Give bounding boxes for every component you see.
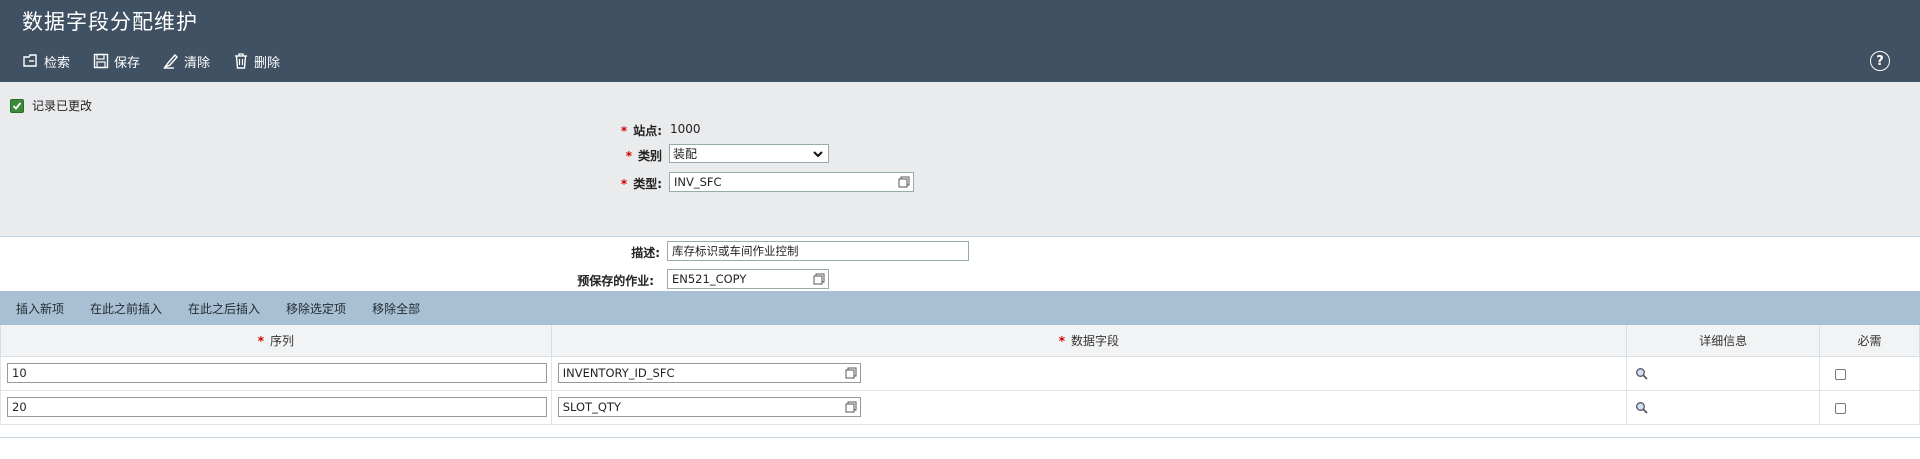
clear-label: 清除 [184,55,211,71]
prestore-label: 预保存的作业: [577,274,654,288]
column-header-data-field[interactable]: * 数据字段 [550,325,1628,357]
detail-form-panel: 描述: 库存标识或车间作业控制 预保存的作业: EN521_COPY [0,237,1920,291]
table-row: 10 INVENTORY_ID_SFC [0,355,1920,391]
record-changed-label: 记录已更改 [32,99,93,113]
category-select[interactable]: 装配 [669,144,829,163]
category-label: * 类别 [625,149,662,163]
category-selected-value: 装配 [673,147,698,161]
table-bottom-divider [0,437,1920,438]
type-input[interactable]: INV_SFC [669,172,914,192]
trash-icon [235,53,248,69]
type-label: * 类型: [620,177,662,191]
description-value: 库存标识或车间作业控制 [672,244,799,258]
required-cell [1819,355,1920,391]
column-header-required[interactable]: 必需 [1819,325,1920,357]
remove-selected-button[interactable]: 移除选定项 [286,300,346,317]
clear-button[interactable]: 清除 [162,52,210,71]
search-icon [23,54,37,67]
browse-icon[interactable] [845,401,857,413]
column-header-details[interactable]: 详细信息 [1626,325,1821,357]
search-button[interactable]: 检索 [22,52,70,71]
clear-icon [162,53,178,69]
data-field-table: *序列 *数据字段 详细信息 必需 10 INVENTORY_ID_SFC [0,325,1920,425]
sequence-cell: 20 [0,389,552,425]
save-icon [93,53,109,69]
header-form-panel: 记录已更改 * 站点: 1000 * 类别 装配 * 类型: INV_SFC [0,82,1920,237]
table-toolbar: 插入新项 在此之前插入 在此之后插入 移除选定项 移除全部 [0,291,1920,325]
required-checkbox[interactable] [1835,368,1847,380]
magnifier-icon[interactable] [1635,367,1648,380]
insert-new-button[interactable]: 插入新项 [16,300,64,317]
delete-label: 删除 [254,55,281,71]
page-title: 数据字段分配维护 [22,10,198,34]
required-cell [1819,389,1920,425]
data-field-input[interactable]: INVENTORY_ID_SFC [557,362,861,383]
description-input[interactable]: 库存标识或车间作业控制 [667,241,969,261]
prestore-value: EN521_COPY [672,272,747,286]
site-value: 1000 [670,122,701,136]
sequence-input[interactable]: 10 [7,362,547,383]
checkmark-icon [10,98,24,113]
browse-icon[interactable] [898,176,910,188]
site-label: * 站点: [620,124,662,138]
main-toolbar: 检索 保存 清除 删除 [22,50,302,72]
table-row: 20 SLOT_QTY [0,389,1920,425]
save-label: 保存 [114,55,141,71]
insert-before-button[interactable]: 在此之前插入 [90,300,162,317]
browse-icon[interactable] [813,273,825,285]
sequence-cell: 10 [0,355,552,391]
record-changed-indicator: 记录已更改 [10,97,92,114]
insert-after-button[interactable]: 在此之后插入 [188,300,260,317]
search-label: 检索 [44,55,71,71]
sequence-input[interactable]: 20 [7,396,547,417]
column-header-sequence[interactable]: * 序列 [0,325,552,357]
table-header-row: * 序列 * 数据字段 详细信息 必需 [0,325,1920,357]
magnifier-icon[interactable] [1635,401,1648,414]
delete-button[interactable]: 删除 [232,52,280,71]
remove-all-button[interactable]: 移除全部 [372,300,420,317]
data-field-cell: SLOT_QTY [550,389,1628,425]
app-header: 数据字段分配维护 检索 保存 清除 删除 ? [0,0,1920,82]
type-value: INV_SFC [674,175,722,189]
help-icon[interactable]: ? [1870,51,1890,71]
browse-icon[interactable] [845,367,857,379]
save-button[interactable]: 保存 [92,52,140,71]
data-field-input[interactable]: SLOT_QTY [557,396,861,417]
data-field-cell: INVENTORY_ID_SFC [550,355,1628,391]
chevron-down-icon [813,150,823,157]
description-label: 描述: [631,246,660,260]
details-cell [1626,389,1821,425]
details-cell [1626,355,1821,391]
required-checkbox[interactable] [1835,402,1847,414]
prestore-input[interactable]: EN521_COPY [667,269,829,289]
